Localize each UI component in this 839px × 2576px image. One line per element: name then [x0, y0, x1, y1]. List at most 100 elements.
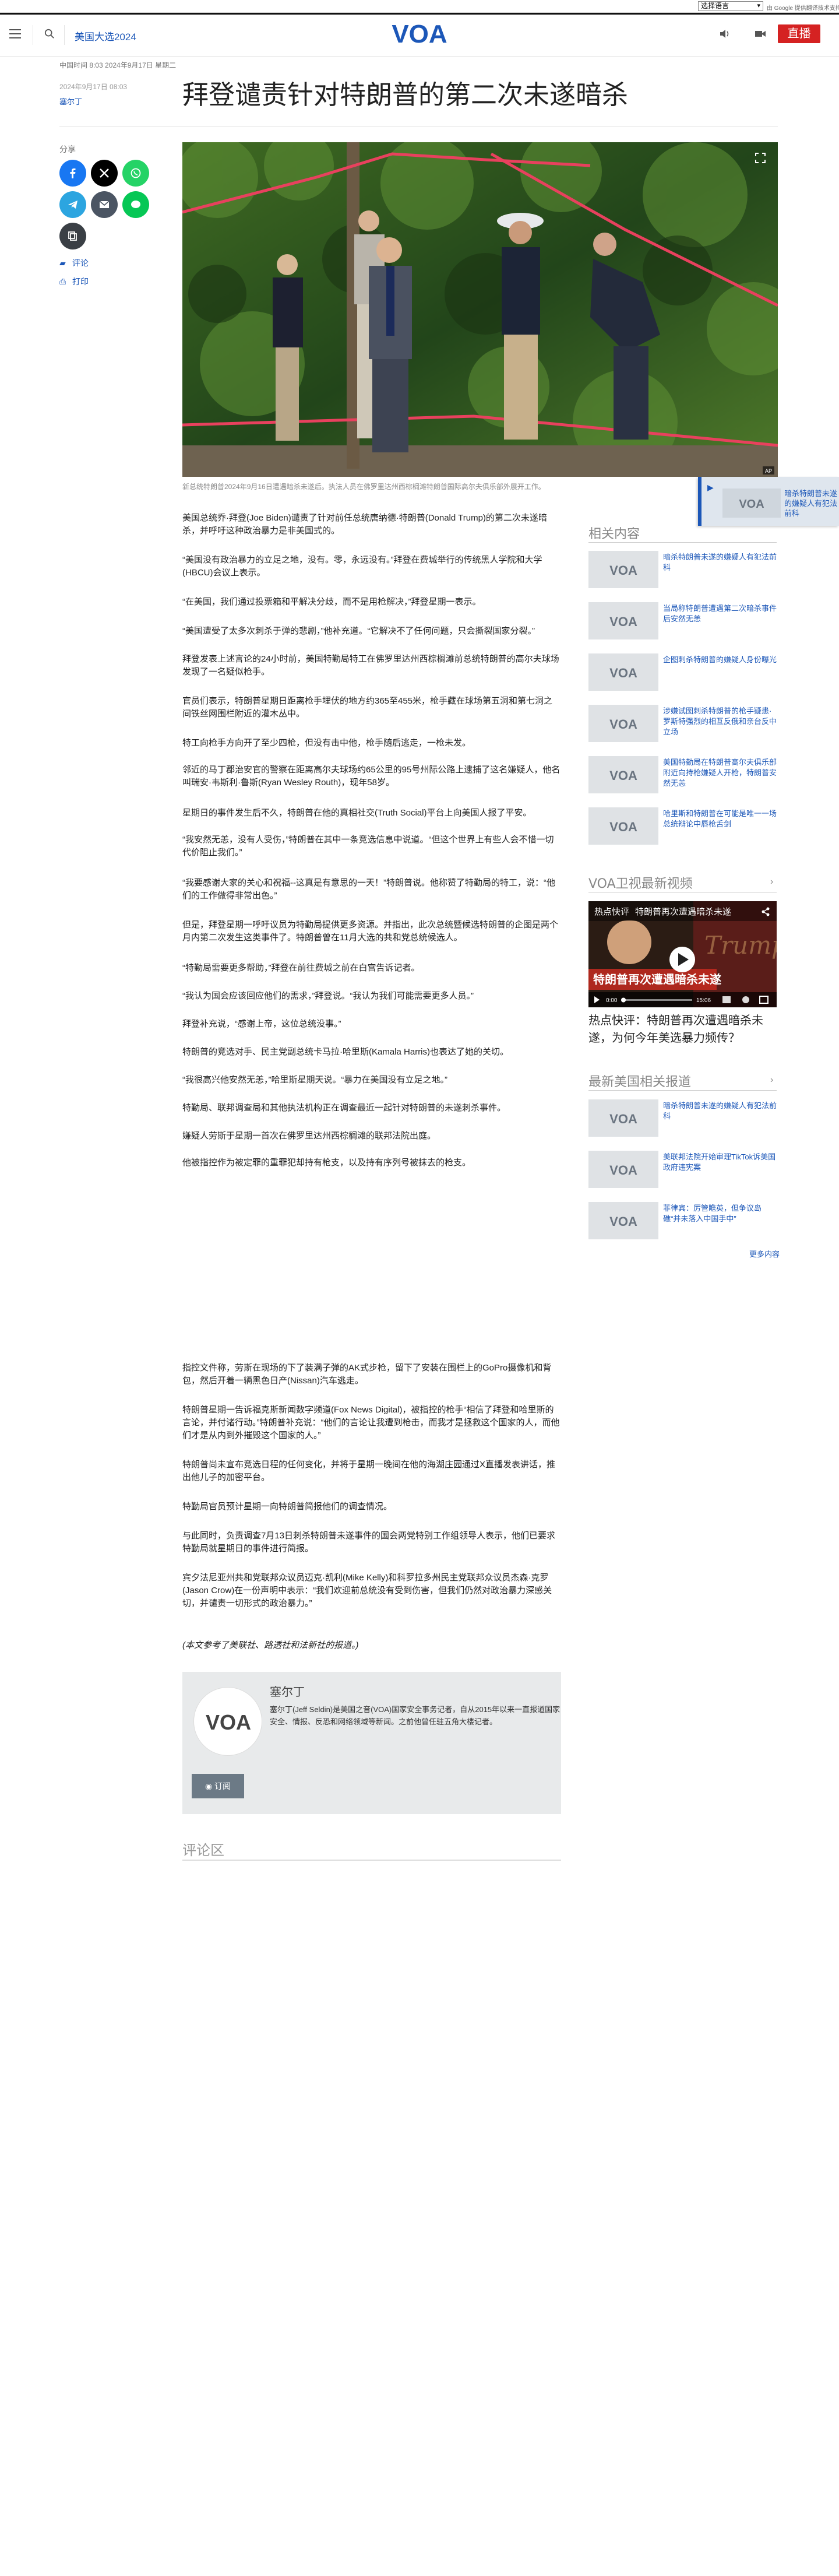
divider	[182, 1860, 561, 1861]
article-paragraph: 特朗普星期一告诉福克斯新闻数字频道(Fox News Digital)，被指控的…	[182, 1405, 560, 1440]
chevron-right-icon[interactable]: ›	[770, 1075, 773, 1085]
svg-text:VOA: VOA	[609, 563, 637, 578]
svg-text:VOA: VOA	[609, 614, 637, 629]
sticky-title[interactable]: 暗杀特朗普未遂的嫌疑人有犯法前科	[784, 489, 839, 518]
svg-text:VOA: VOA	[609, 768, 637, 783]
article-paragraph: 美国总统乔·拜登(Joe Biden)谴责了针对前任总统唐纳德·特朗普(Dona…	[182, 513, 547, 536]
article-paragraph: 他被指控作为被定罪的重罪犯却持有枪支，以及持有序列号被抹去的枪支。	[182, 1158, 471, 1168]
related-item-title[interactable]: 暗杀特朗普未遂的嫌疑人有犯法前科	[663, 552, 777, 573]
divider	[588, 1090, 777, 1091]
related-item[interactable]: VOA 当局称特朗普遭遇第二次暗杀事件后安然无恙	[588, 602, 777, 639]
video-caption[interactable]: 热点快评：特朗普再次遭遇暗杀未遂，为何今年美选暴力频传？	[588, 1012, 777, 1047]
article-paragraph: 特工向枪手方向开了至少四枪，但没有击中他，枪手随后逃走，一枪未发。	[182, 738, 471, 748]
x-share-button[interactable]	[91, 160, 118, 187]
line-share-button[interactable]	[122, 191, 149, 218]
related-item[interactable]: VOA 涉嫌试图刺杀特朗普的枪手疑患·罗斯特强烈的相互反俄和亲台反中立场	[588, 705, 777, 742]
svg-text:特朗普再次遭遇暗杀未遂: 特朗普再次遭遇暗杀未遂	[635, 907, 731, 917]
thumbnail: VOA	[588, 1099, 658, 1137]
article-paragraph: 拜登补充说，“感谢上帝，这位总统没事。”	[182, 1019, 341, 1029]
voa-thumb-logo: VOA	[739, 498, 764, 511]
email-icon	[99, 201, 110, 208]
hero-image[interactable]: AP	[182, 142, 778, 477]
telegram-share-button[interactable]	[59, 191, 86, 218]
article-paragraph: “美国没有政治暴力的立足之地，没有。零，永远没有。”拜登在费城举行的传统黑人学院…	[182, 555, 542, 578]
latest-item-title[interactable]: 美联邦法院开始审理TikTok诉美国政府违宪案	[663, 1152, 777, 1173]
voa-thumb-logo: VOA	[609, 614, 637, 629]
copy-link-button[interactable]	[59, 223, 86, 249]
article-paragraph: 但是，拜登星期一呼吁议员为特勤局提供更多资源。并指出，此次总统暨候选特朗普的企图…	[182, 920, 559, 943]
latest-item[interactable]: VOA 美联邦法院开始审理TikTok诉美国政府违宪案	[588, 1151, 777, 1188]
article-paragraph: 特勤局、联邦调查局和其他执法机构正在调查最近一起针对特朗普的未遂刺杀事件。	[182, 1103, 506, 1113]
voa-thumb-logo: VOA	[609, 1112, 637, 1126]
chevron-right-icon[interactable]: ▶	[707, 483, 714, 493]
author-name[interactable]: 塞尔丁	[270, 1682, 305, 1699]
video-section-title[interactable]: VOA卫视最新视频	[588, 873, 693, 892]
article-paragraph: 官员们表示，特朗普星期日距离枪手埋伏的地方约365至455米，枪手藏在球场第五洞…	[182, 696, 553, 719]
thumbnail: VOA	[722, 489, 781, 518]
share-icon[interactable]	[761, 907, 770, 916]
related-item-title[interactable]: 涉嫌试图刺杀特朗普的枪手疑患·罗斯特强烈的相互反俄和亲台反中立场	[663, 706, 777, 737]
comment-label: 评论	[72, 258, 89, 268]
live-button[interactable]: 直播	[778, 24, 820, 43]
svg-text:VOA: VOA	[206, 1710, 251, 1734]
article-paragraph: 特勤局官员预计星期一向特朗普简报他们的调查情况。	[182, 1502, 393, 1512]
comment-link[interactable]: ▰ 评论	[59, 257, 89, 269]
article-paragraph: 指控文件称，劳斯在现场的下了装满子弹的AK式步枪，留下了安装在围栏上的GoPro…	[182, 1363, 552, 1386]
section-link[interactable]: 美国大选2024	[75, 29, 136, 43]
related-item[interactable]: VOA 美国特勤局在特朗普高尔夫俱乐部附近向持枪嫌疑人开枪，特朗普安然无恙	[588, 756, 777, 793]
more-link[interactable]: 更多内容	[749, 1248, 780, 1259]
voa-logo[interactable]: VOA	[389, 19, 450, 47]
related-item-title[interactable]: 哈里斯和特朗普在可能是唯一一场总统辩论中唇枪舌剑	[663, 809, 777, 830]
translate-attribution: 由 Google 提供翻译技术支持	[767, 3, 839, 12]
email-share-button[interactable]	[91, 191, 118, 218]
svg-text:Trump: Trump	[704, 931, 777, 960]
video-icon[interactable]	[754, 29, 767, 39]
related-item-title[interactable]: 美国特勤局在特朗普高尔夫俱乐部附近向持枪嫌疑人开枪，特朗普安然无恙	[663, 757, 777, 789]
menu-icon[interactable]	[9, 29, 21, 38]
facebook-share-button[interactable]	[59, 160, 86, 187]
related-item-title[interactable]: 当局称特朗普遭遇第二次暗杀事件后安然无恙	[663, 603, 777, 624]
logo-text: VOA	[392, 20, 447, 47]
latest-item-title[interactable]: 暗杀特朗普未遂的嫌疑人有犯法前科	[663, 1101, 777, 1122]
thumbnail: VOA	[588, 807, 658, 845]
related-item-title[interactable]: 企图刺杀特朗普的嫌疑人身份曝光	[663, 655, 777, 665]
print-link[interactable]: ⎙ 打印	[59, 276, 89, 287]
article-paragraph: “我要感谢大家的关心和祝福--这真是有意思的一天！”特朗普说。他称赞了特勤局的特…	[182, 878, 555, 901]
thumbnail: VOA	[588, 1202, 658, 1239]
related-item[interactable]: VOA 企图刺杀特朗普的嫌疑人身份曝光	[588, 653, 777, 691]
telegram-icon	[68, 201, 77, 209]
svg-text:VOA: VOA	[609, 1214, 637, 1229]
chevron-right-icon[interactable]: ›	[770, 877, 773, 887]
language-select[interactable]: 选择语言	[698, 1, 763, 11]
voa-thumb-logo: VOA	[609, 1214, 637, 1229]
voa-thumb-logo: VOA	[609, 768, 637, 783]
article-paragraph: “我很高兴他安然无恙，”哈里斯星期天说。“暴力在美国没有立足之地。”	[182, 1075, 447, 1085]
article-paragraph: 星期日的事件发生后不久，特朗普在他的真相社交(Truth Social)平台上向…	[182, 808, 532, 818]
avatar[interactable]: VOA	[193, 1687, 262, 1756]
publish-date: 2024年9月17日 08:03	[59, 83, 128, 91]
latest-section-title[interactable]: 最新美国相关报道	[588, 1071, 691, 1090]
search-icon[interactable]	[44, 29, 55, 39]
svg-text:15:06: 15:06	[696, 997, 711, 1004]
svg-text:VOA: VOA	[609, 666, 637, 680]
svg-text:特朗普再次遭遇暗杀未遂: 特朗普再次遭遇暗杀未遂	[593, 972, 721, 986]
author-link[interactable]: 塞尔丁	[59, 96, 82, 107]
related-item[interactable]: VOA 哈里斯和特朗普在可能是唯一一场总统辩论中唇枪舌剑	[588, 807, 777, 845]
article-paragraph: “在美国，我们通过投票箱和平解决分歧，而不是用枪解决，”拜登星期一表示。	[182, 597, 481, 607]
video-player[interactable]: Trump 热点快评 特朗普再次遭遇暗杀未遂 特朗普再次遭遇暗杀未遂 0:00 …	[588, 901, 777, 1007]
audio-icon[interactable]	[718, 29, 731, 39]
video-thumbnail: Trump 热点快评 特朗普再次遭遇暗杀未遂 特朗普再次遭遇暗杀未遂 0:00 …	[588, 901, 777, 1007]
svg-text:VOA: VOA	[609, 717, 637, 732]
related-item[interactable]: VOA 暗杀特朗普未遂的嫌疑人有犯法前科	[588, 551, 777, 588]
whatsapp-share-button[interactable]	[122, 160, 149, 187]
latest-item-title[interactable]: 菲律宾：厉管瞻英，但争议岛礁“并未落入中国手中”	[663, 1203, 777, 1224]
hero-photo: AP	[182, 142, 778, 477]
latest-item[interactable]: VOA 菲律宾：厉管瞻英，但争议岛礁“并未落入中国手中”	[588, 1202, 777, 1239]
thumbnail: VOA	[588, 756, 658, 793]
sticky-related-card[interactable]: ▶ VOA 暗杀特朗普未遂的嫌疑人有犯法前科	[698, 477, 839, 526]
latest-item[interactable]: VOA 暗杀特朗普未遂的嫌疑人有犯法前科	[588, 1099, 777, 1137]
expand-icon[interactable]	[755, 153, 766, 163]
subscribe-button[interactable]: ◉ 订阅	[192, 1774, 244, 1798]
rss-icon: ◉	[205, 1781, 215, 1791]
voa-thumb-logo: VOA	[609, 717, 637, 732]
